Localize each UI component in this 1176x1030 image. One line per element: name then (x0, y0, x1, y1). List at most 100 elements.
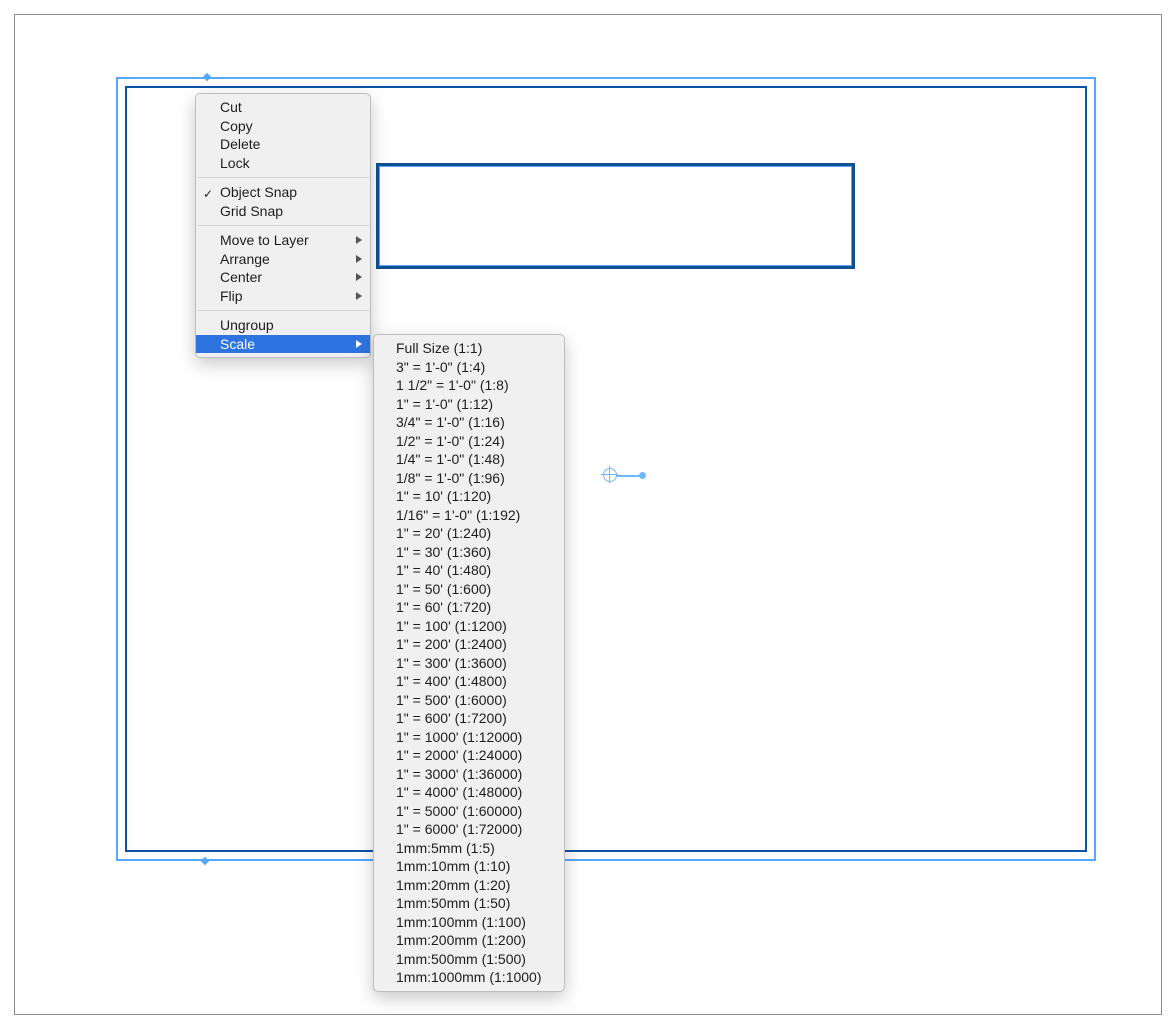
scale-option[interactable]: 1mm:50mm (1:50) (374, 894, 564, 913)
scale-option[interactable]: 1/16" = 1'-0" (1:192) (374, 506, 564, 525)
scale-option-label: 1/4" = 1'-0" (1:48) (396, 450, 505, 468)
menu-item-flip[interactable]: Flip (196, 287, 370, 306)
scale-option[interactable]: 1" = 40' (1:480) (374, 561, 564, 580)
scale-option-label: 1/16" = 1'-0" (1:192) (396, 506, 520, 524)
scale-option-label: 1" = 3000' (1:36000) (396, 765, 522, 783)
scale-submenu[interactable]: Full Size (1:1)3" = 1'-0" (1:4)1 1/2" = … (373, 334, 565, 992)
scale-option[interactable]: 3" = 1'-0" (1:4) (374, 358, 564, 377)
scale-option[interactable]: 1/2" = 1'-0" (1:24) (374, 432, 564, 451)
scale-option-label: 1 1/2" = 1'-0" (1:8) (396, 376, 509, 394)
menu-label: Scale (220, 335, 255, 353)
scale-option-label: 1" = 400' (1:4800) (396, 672, 507, 690)
scale-option-label: 1" = 300' (1:3600) (396, 654, 507, 672)
menu-item-move-to-layer[interactable]: Move to Layer (196, 231, 370, 250)
menu-item-cut[interactable]: Cut (196, 98, 370, 117)
scale-option[interactable]: 1/8" = 1'-0" (1:96) (374, 469, 564, 488)
menu-separator (197, 225, 369, 226)
crosshair-icon (603, 468, 617, 482)
submenu-arrow-icon (356, 340, 362, 348)
submenu-arrow-icon (356, 255, 362, 263)
scale-option-label: 1" = 6000' (1:72000) (396, 820, 522, 838)
scale-option-label: 1" = 500' (1:6000) (396, 691, 507, 709)
scale-option[interactable]: Full Size (1:1) (374, 339, 564, 358)
submenu-arrow-icon (356, 273, 362, 281)
origin-axis-indicator[interactable] (605, 470, 645, 482)
scale-option-label: 3" = 1'-0" (1:4) (396, 358, 485, 376)
scale-option-label: 1" = 60' (1:720) (396, 598, 491, 616)
menu-label: Object Snap (220, 183, 297, 201)
scale-option[interactable]: 1mm:500mm (1:500) (374, 950, 564, 969)
scale-option-label: 1mm:200mm (1:200) (396, 931, 526, 949)
menu-item-grid-snap[interactable]: Grid Snap (196, 202, 370, 221)
scale-option-label: 1" = 5000' (1:60000) (396, 802, 522, 820)
menu-label: Grid Snap (220, 202, 283, 220)
scale-option[interactable]: 1" = 600' (1:7200) (374, 709, 564, 728)
scale-option[interactable]: 1" = 6000' (1:72000) (374, 820, 564, 839)
scale-option-label: 1" = 100' (1:1200) (396, 617, 507, 635)
scale-option[interactable]: 1mm:200mm (1:200) (374, 931, 564, 950)
scale-option[interactable]: 1mm:100mm (1:100) (374, 913, 564, 932)
scale-option[interactable]: 1" = 500' (1:6000) (374, 691, 564, 710)
scale-option[interactable]: 1" = 4000' (1:48000) (374, 783, 564, 802)
axis-endpoint-icon (639, 472, 646, 479)
app-viewport: Cut Copy Delete Lock ✓ Object Snap Grid S… (14, 14, 1162, 1015)
menu-item-arrange[interactable]: Arrange (196, 250, 370, 269)
menu-label: Move to Layer (220, 231, 309, 249)
context-menu[interactable]: Cut Copy Delete Lock ✓ Object Snap Grid S… (195, 93, 371, 358)
scale-option[interactable]: 1" = 10' (1:120) (374, 487, 564, 506)
scale-option[interactable]: 1mm:20mm (1:20) (374, 876, 564, 895)
scale-option-label: 1" = 200' (1:2400) (396, 635, 507, 653)
scale-option[interactable]: 1" = 2000' (1:24000) (374, 746, 564, 765)
menu-label: Delete (220, 135, 260, 153)
menu-item-center[interactable]: Center (196, 268, 370, 287)
scale-option-label: 1" = 1'-0" (1:12) (396, 395, 493, 413)
scale-option[interactable]: 1" = 1000' (1:12000) (374, 728, 564, 747)
menu-item-ungroup[interactable]: Ungroup (196, 316, 370, 335)
scale-option[interactable]: 1" = 300' (1:3600) (374, 654, 564, 673)
scale-option-label: 1" = 20' (1:240) (396, 524, 491, 542)
scale-option[interactable]: 1/4" = 1'-0" (1:48) (374, 450, 564, 469)
menu-item-lock[interactable]: Lock (196, 154, 370, 173)
scale-option[interactable]: 1" = 100' (1:1200) (374, 617, 564, 636)
menu-label: Copy (220, 117, 253, 135)
selection-highlight-small (379, 166, 852, 266)
scale-option[interactable]: 1" = 60' (1:720) (374, 598, 564, 617)
scale-option-label: 1" = 10' (1:120) (396, 487, 491, 505)
menu-item-scale[interactable]: Scale (196, 335, 370, 354)
menu-label: Lock (220, 154, 250, 172)
scale-option[interactable]: 1mm:1000mm (1:1000) (374, 968, 564, 987)
menu-label: Ungroup (220, 316, 274, 334)
scale-option-label: 1" = 2000' (1:24000) (396, 746, 522, 764)
scale-option-label: 1" = 40' (1:480) (396, 561, 491, 579)
scale-option-label: 1" = 30' (1:360) (396, 543, 491, 561)
scale-option-label: 1mm:5mm (1:5) (396, 839, 495, 857)
scale-option-label: 1mm:1000mm (1:1000) (396, 968, 542, 986)
scale-option-label: Full Size (1:1) (396, 339, 482, 357)
scale-option[interactable]: 1" = 3000' (1:36000) (374, 765, 564, 784)
menu-item-object-snap[interactable]: ✓ Object Snap (196, 183, 370, 202)
scale-option[interactable]: 1" = 400' (1:4800) (374, 672, 564, 691)
scale-option[interactable]: 1mm:10mm (1:10) (374, 857, 564, 876)
menu-separator (197, 310, 369, 311)
scale-option-label: 1" = 1000' (1:12000) (396, 728, 522, 746)
checkmark-icon: ✓ (203, 185, 213, 203)
scale-option-label: 1mm:20mm (1:20) (396, 876, 510, 894)
scale-option-label: 1/2" = 1'-0" (1:24) (396, 432, 505, 450)
scale-option[interactable]: 1" = 20' (1:240) (374, 524, 564, 543)
menu-separator (197, 177, 369, 178)
scale-option[interactable]: 1mm:5mm (1:5) (374, 839, 564, 858)
scale-option[interactable]: 3/4" = 1'-0" (1:16) (374, 413, 564, 432)
scale-option[interactable]: 1" = 50' (1:600) (374, 580, 564, 599)
scale-option[interactable]: 1" = 30' (1:360) (374, 543, 564, 562)
menu-label: Flip (220, 287, 243, 305)
scale-option[interactable]: 1" = 5000' (1:60000) (374, 802, 564, 821)
drawing-canvas[interactable]: Cut Copy Delete Lock ✓ Object Snap Grid S… (15, 15, 1161, 1014)
scale-option[interactable]: 1" = 200' (1:2400) (374, 635, 564, 654)
scale-option[interactable]: 1 1/2" = 1'-0" (1:8) (374, 376, 564, 395)
scale-option-label: 1" = 4000' (1:48000) (396, 783, 522, 801)
menu-label: Arrange (220, 250, 270, 268)
menu-item-delete[interactable]: Delete (196, 135, 370, 154)
scale-option-label: 1mm:50mm (1:50) (396, 894, 510, 912)
scale-option[interactable]: 1" = 1'-0" (1:12) (374, 395, 564, 414)
menu-item-copy[interactable]: Copy (196, 117, 370, 136)
